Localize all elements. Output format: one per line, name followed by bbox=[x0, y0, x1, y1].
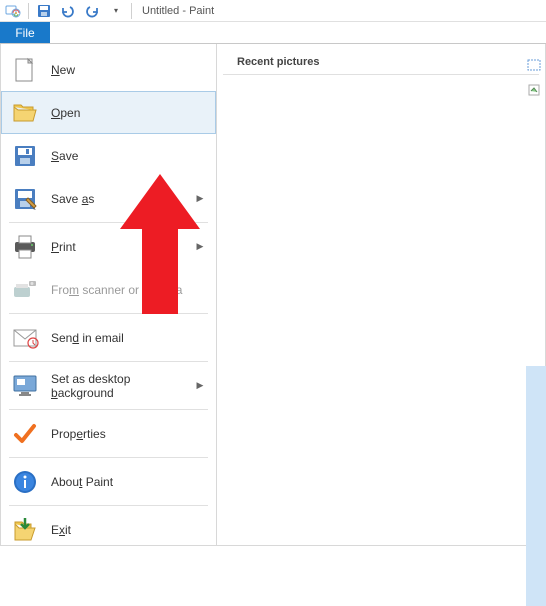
submenu-arrow-icon: ▶ bbox=[194, 193, 206, 204]
file-menu: New Open Save Save as ▶ Prin bbox=[0, 44, 546, 546]
redo-button[interactable] bbox=[81, 1, 103, 21]
ribbon-sliver bbox=[526, 56, 546, 100]
menu-divider bbox=[9, 361, 208, 362]
save-button[interactable] bbox=[33, 1, 55, 21]
desktop-background-sliver bbox=[526, 366, 546, 606]
menu-item-open[interactable]: Open bbox=[1, 91, 216, 134]
desktop-icon bbox=[11, 372, 39, 400]
menu-label: New bbox=[51, 63, 206, 77]
new-icon bbox=[11, 56, 39, 84]
menu-item-set-background[interactable]: Set as desktop background ▶ bbox=[1, 364, 216, 407]
submenu-arrow-icon: ▶ bbox=[194, 380, 206, 391]
customize-qat-button[interactable]: ▾ bbox=[105, 1, 127, 21]
ribbon-icon bbox=[526, 82, 544, 100]
email-icon bbox=[11, 324, 39, 352]
menu-item-about[interactable]: About Paint bbox=[1, 460, 216, 503]
scanner-icon bbox=[11, 276, 39, 304]
menu-divider bbox=[9, 409, 208, 410]
menu-item-new[interactable]: New bbox=[1, 48, 216, 91]
exit-icon bbox=[11, 516, 39, 544]
menu-label: Save bbox=[51, 149, 206, 163]
menu-divider bbox=[9, 457, 208, 458]
recent-pictures-panel: Recent pictures bbox=[217, 44, 546, 546]
separator bbox=[28, 3, 29, 19]
menu-item-properties[interactable]: Properties bbox=[1, 412, 216, 455]
ribbon-tabs: File bbox=[0, 22, 546, 44]
quick-access-toolbar: ▾ Untitled - Paint bbox=[0, 0, 546, 22]
menu-item-exit[interactable]: Exit bbox=[1, 508, 216, 551]
app-icon bbox=[2, 1, 24, 21]
checkmark-icon bbox=[11, 420, 39, 448]
menu-label: Exit bbox=[51, 523, 206, 537]
submenu-arrow-icon: ▶ bbox=[194, 241, 206, 252]
ribbon-icon bbox=[526, 56, 544, 74]
menu-label: Save as bbox=[51, 192, 182, 206]
print-icon bbox=[11, 233, 39, 261]
save-as-icon bbox=[11, 185, 39, 213]
undo-button[interactable] bbox=[57, 1, 79, 21]
menu-label: Properties bbox=[51, 427, 206, 441]
window-title: Untitled - Paint bbox=[142, 5, 214, 17]
info-icon bbox=[11, 468, 39, 496]
menu-label: Print bbox=[51, 240, 182, 254]
recent-pictures-heading: Recent pictures bbox=[223, 52, 539, 75]
menu-label: Set as desktop background bbox=[51, 372, 182, 400]
file-tab[interactable]: File bbox=[0, 22, 50, 43]
menu-label: Open bbox=[51, 106, 206, 120]
menu-divider bbox=[9, 505, 208, 506]
menu-item-print[interactable]: Print ▶ bbox=[1, 225, 216, 268]
file-menu-items: New Open Save Save as ▶ Prin bbox=[0, 44, 217, 546]
menu-label: From scanner or camera bbox=[51, 283, 206, 297]
menu-label: Send in email bbox=[51, 331, 206, 345]
menu-item-send-email[interactable]: Send in email bbox=[1, 316, 216, 359]
menu-item-save-as[interactable]: Save as ▶ bbox=[1, 177, 216, 220]
menu-label: About Paint bbox=[51, 475, 206, 489]
menu-item-save[interactable]: Save bbox=[1, 134, 216, 177]
menu-item-from-scanner: From scanner or camera bbox=[1, 268, 216, 311]
chevron-down-icon: ▾ bbox=[114, 6, 118, 15]
menu-divider bbox=[9, 313, 208, 314]
menu-divider bbox=[9, 222, 208, 223]
save-icon bbox=[11, 142, 39, 170]
open-icon bbox=[11, 99, 39, 127]
separator bbox=[131, 3, 132, 19]
